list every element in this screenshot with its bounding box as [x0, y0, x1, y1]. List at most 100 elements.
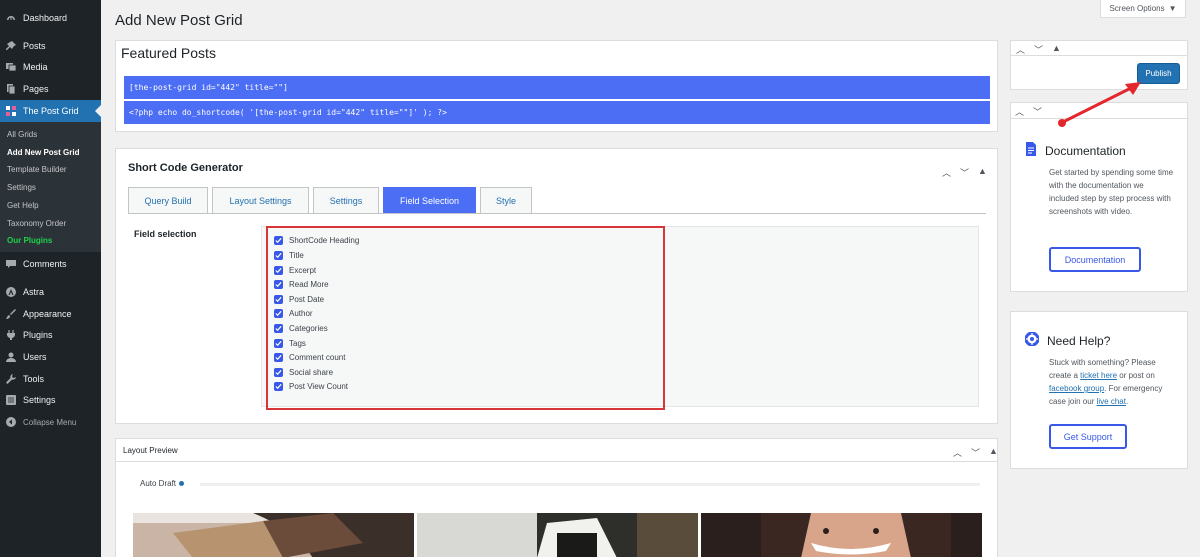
shortcode-display[interactable]: [the-post-grid id="442" title=""]: [124, 76, 990, 99]
field-checkbox-social-share[interactable]: Social share: [274, 367, 333, 378]
sidebar-item-settings[interactable]: Settings: [0, 389, 101, 411]
preview-thumbnail[interactable]: [701, 513, 982, 557]
sidebar-collapse-menu[interactable]: Collapse Menu: [0, 411, 101, 433]
publish-box-header: ︿ ﹀ ▲: [1011, 41, 1187, 56]
field-checkbox-author[interactable]: Author: [274, 308, 313, 319]
sidebar-item-label: The Post Grid: [23, 106, 79, 116]
tab-query-build[interactable]: Query Build: [128, 187, 208, 214]
field-label: Excerpt: [289, 266, 317, 275]
preview-thumbnail[interactable]: [133, 513, 414, 557]
sidebar-item-label: Astra: [23, 287, 45, 297]
field-label: Author: [289, 309, 313, 318]
field-checkbox-shortcode-heading[interactable]: ShortCode Heading: [274, 235, 359, 246]
move-down-icon[interactable]: ﹀: [1034, 43, 1043, 56]
documentation-button[interactable]: Documentation: [1049, 247, 1141, 272]
astra-icon: [6, 287, 16, 297]
status-track: [200, 483, 980, 486]
live-chat-link[interactable]: live chat: [1097, 397, 1126, 406]
annotation-highlight-box: ShortCode Heading Title Excerpt Read Mor…: [266, 226, 665, 410]
post-title-box: Featured Posts [the-post-grid id="442" t…: [115, 40, 998, 132]
submenu-all-grids[interactable]: All Grids: [7, 130, 37, 139]
submenu-settings[interactable]: Settings: [7, 183, 36, 192]
auto-draft-status: Auto Draft: [140, 479, 185, 488]
tab-label: Field Selection: [399, 195, 460, 206]
tab-settings[interactable]: Settings: [313, 187, 379, 214]
move-up-icon[interactable]: ︿: [1016, 43, 1025, 56]
tab-style[interactable]: Style: [480, 187, 532, 214]
field-checkbox-post-view-count[interactable]: Post View Count: [274, 381, 348, 392]
toggle-icon[interactable]: ▲: [1052, 43, 1061, 56]
get-support-button[interactable]: Get Support: [1049, 424, 1127, 449]
facebook-group-link[interactable]: facebook group: [1049, 384, 1104, 393]
checkbox-checked-icon: [274, 324, 283, 333]
sidebar-item-dashboard[interactable]: Dashboard: [0, 7, 101, 29]
field-checkbox-read-more[interactable]: Read More: [274, 279, 329, 290]
sidebar-item-plugins[interactable]: Plugins: [0, 324, 101, 346]
tab-label: Query Build: [144, 195, 192, 206]
move-up-icon[interactable]: ︿: [942, 166, 951, 179]
media-icon: [6, 62, 16, 72]
move-up-icon[interactable]: ︿: [953, 446, 962, 459]
tab-field-selection[interactable]: Field Selection: [383, 187, 476, 214]
field-label: Comment count: [289, 353, 346, 362]
need-help-box: Need Help? Stuck with something? Please …: [1010, 311, 1188, 469]
sidebar-item-appearance[interactable]: Appearance: [0, 303, 101, 325]
need-help-heading: Need Help?: [1024, 331, 1110, 349]
tab-layout-settings[interactable]: Layout Settings: [212, 187, 309, 214]
screen-options-button[interactable]: Screen Options ▼: [1100, 0, 1186, 18]
screen-options-label: Screen Options: [1109, 4, 1165, 13]
sidebar-item-label: Plugins: [23, 330, 53, 340]
ticket-link[interactable]: ticket here: [1080, 371, 1117, 380]
box-controls: ︿ ﹀: [1015, 105, 1042, 118]
field-checkbox-title[interactable]: Title: [274, 250, 304, 261]
toggle-icon[interactable]: ▲: [978, 166, 987, 179]
field-checkbox-excerpt[interactable]: Excerpt: [274, 265, 316, 276]
field-label: Social share: [289, 368, 334, 377]
user-icon: [6, 352, 16, 362]
sidebar-item-label: Comments: [23, 259, 67, 269]
tab-divider: [128, 213, 986, 214]
sidebar-item-the-post-grid[interactable]: The Post Grid: [0, 100, 101, 122]
submenu-template-builder[interactable]: Template Builder: [7, 165, 67, 174]
need-help-text: Stuck with something? Please create a ti…: [1049, 358, 1163, 406]
collapse-icon: [6, 417, 16, 427]
checkbox-checked-icon: [274, 280, 283, 289]
sidebar-item-posts[interactable]: Posts: [0, 35, 101, 57]
checkbox-checked-icon: [274, 353, 283, 362]
move-up-icon[interactable]: ︿: [1015, 105, 1024, 118]
php-code-display[interactable]: <?php echo do_shortcode( '[the-post-grid…: [124, 101, 990, 124]
get-support-button-label: Get Support: [1063, 431, 1113, 442]
post-title-input[interactable]: Featured Posts: [121, 45, 216, 61]
sidebar-item-label: Collapse Menu: [23, 417, 77, 427]
grid-icon: [6, 106, 16, 116]
field-checkbox-comment-count[interactable]: Comment count: [274, 352, 345, 363]
field-label: Read More: [289, 280, 329, 289]
documentation-text: Get started by spending some time with t…: [1049, 168, 1174, 216]
submenu-add-new-post-grid[interactable]: Add New Post Grid: [7, 148, 79, 157]
sidebar-item-astra[interactable]: Astra: [0, 281, 101, 303]
sidebar-item-label: Pages: [23, 84, 49, 94]
submenu-our-plugins[interactable]: Our Plugins: [7, 236, 52, 245]
submenu-taxonomy-order[interactable]: Taxonomy Order: [7, 219, 66, 228]
wrench-icon: [6, 374, 16, 384]
box-controls: ︿ ﹀ ▲: [953, 446, 998, 459]
sidebar-item-pages[interactable]: Pages: [0, 78, 101, 100]
field-checkbox-post-date[interactable]: Post Date: [274, 294, 324, 305]
documentation-heading: Documentation: [1025, 142, 1126, 159]
move-down-icon[interactable]: ﹀: [971, 446, 980, 459]
field-checkbox-tags[interactable]: Tags: [274, 338, 306, 349]
preview-thumbnail[interactable]: [417, 513, 698, 557]
box-controls: ︿ ﹀ ▲: [1016, 43, 1061, 56]
submenu-get-help[interactable]: Get Help: [7, 201, 39, 210]
move-down-icon[interactable]: ﹀: [1033, 105, 1042, 118]
field-checkbox-categories[interactable]: Categories: [274, 323, 328, 334]
move-down-icon[interactable]: ﹀: [960, 166, 969, 179]
sidebar-item-tools[interactable]: Tools: [0, 368, 101, 390]
toggle-icon[interactable]: ▲: [989, 446, 998, 459]
status-dot-icon: [179, 481, 185, 486]
admin-sidebar: Dashboard Posts Media Pages The Post Gri…: [0, 0, 101, 557]
sidebar-item-users[interactable]: Users: [0, 346, 101, 368]
sidebar-item-label: Posts: [23, 41, 46, 51]
sidebar-item-comments[interactable]: Comments: [0, 253, 101, 275]
sidebar-item-media[interactable]: Media: [0, 56, 101, 78]
